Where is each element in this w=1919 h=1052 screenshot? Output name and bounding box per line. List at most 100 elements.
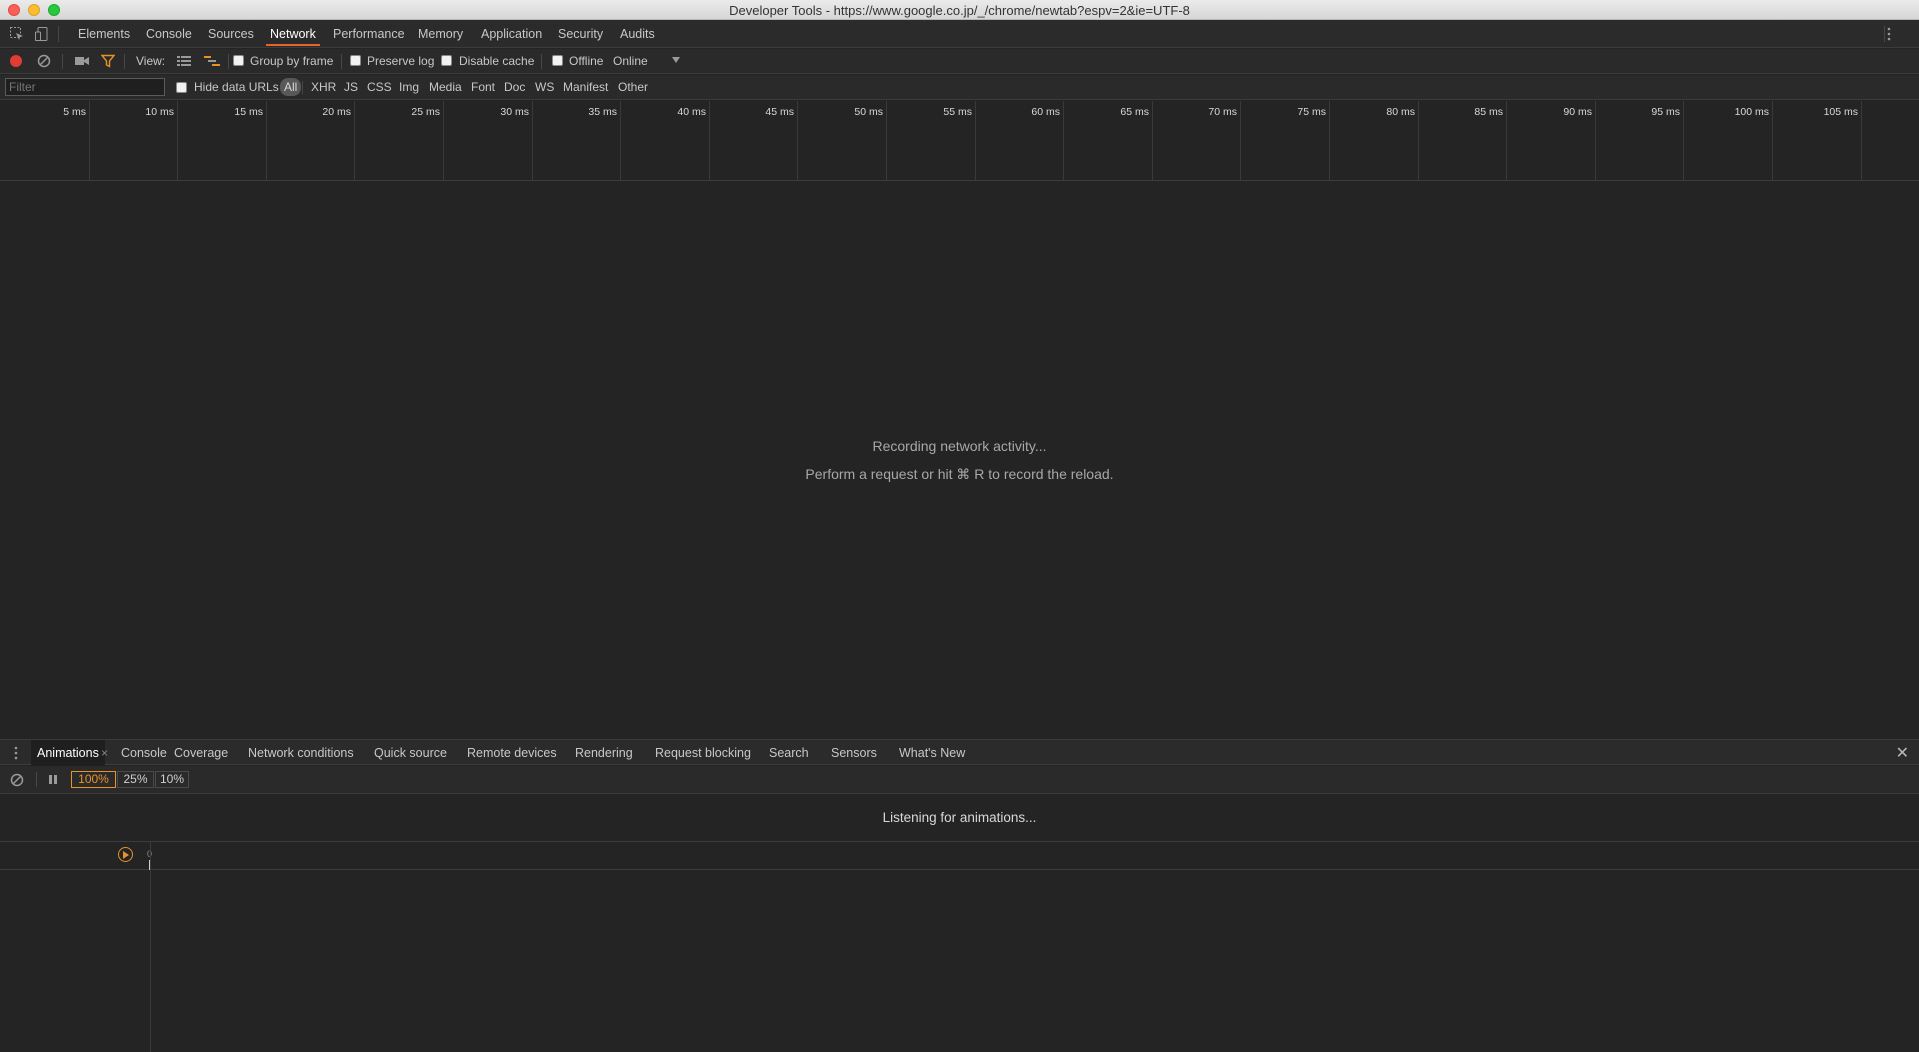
drawer-tab-animations[interactable]: Animations (31, 740, 105, 766)
tab-audits[interactable]: Audits (620, 20, 655, 48)
pause-icon[interactable] (48, 774, 58, 785)
filter-type-media[interactable]: Media (429, 80, 462, 94)
timeline-gridline (1329, 101, 1330, 181)
filter-type-font[interactable]: Font (471, 80, 495, 94)
filter-type-ws[interactable]: WS (535, 80, 554, 94)
timeline-gridline (709, 101, 710, 181)
drawer-menu-icon[interactable] (14, 746, 18, 760)
speed-10-button[interactable]: 10% (155, 771, 189, 788)
hide-data-urls-checkbox[interactable] (176, 82, 187, 93)
filter-type-css[interactable]: CSS (367, 80, 392, 94)
timeline-gridline (1152, 101, 1153, 181)
filter-type-manifest[interactable]: Manifest (563, 80, 608, 94)
toolbar-divider (58, 26, 59, 42)
timeline-tick-label: 70 ms (1208, 106, 1237, 118)
more-options-icon[interactable] (1887, 27, 1891, 41)
drawer-tab-remote-devices[interactable]: Remote devices (467, 740, 557, 766)
group-by-frame-checkbox[interactable] (233, 55, 244, 66)
divider (0, 869, 1919, 870)
drawer-tab-strip: Animations × Console Coverage Network co… (0, 739, 1919, 766)
toolbar-divider (36, 772, 37, 787)
drawer-tab-rendering[interactable]: Rendering (575, 740, 633, 766)
device-toolbar-icon[interactable] (34, 26, 50, 42)
timeline-gridline (443, 101, 444, 181)
preserve-log-label: Preserve log (367, 54, 435, 68)
timeline-gridline (1063, 101, 1064, 181)
replay-timeline-icon[interactable] (118, 847, 133, 862)
filter-divider (302, 81, 303, 94)
filter-type-doc[interactable]: Doc (504, 80, 525, 94)
disable-cache-checkbox[interactable] (441, 55, 452, 66)
filter-type-js[interactable]: JS (344, 80, 358, 94)
drawer-tab-sensors[interactable]: Sensors (831, 740, 877, 766)
timeline-tick-label: 80 ms (1386, 106, 1415, 118)
timeline-tick-label: 15 ms (234, 106, 263, 118)
toolbar-divider (341, 54, 342, 69)
tab-performance[interactable]: Performance (333, 20, 405, 48)
tab-application[interactable]: Application (481, 20, 542, 48)
chevron-down-icon[interactable] (672, 57, 680, 63)
drawer-tab-search[interactable]: Search (769, 740, 809, 766)
filter-input[interactable] (5, 78, 165, 96)
divider (0, 841, 1919, 842)
timeline-column-divider (150, 842, 151, 1052)
tab-network[interactable]: Network (266, 20, 320, 48)
timeline-tick-label: 75 ms (1297, 106, 1326, 118)
speed-25-button[interactable]: 25% (117, 771, 154, 788)
tab-security[interactable]: Security (558, 20, 603, 48)
drawer-tab-quick-source[interactable]: Quick source (374, 740, 447, 766)
timeline-tick-label: 40 ms (677, 106, 706, 118)
close-animations-tab-icon[interactable]: × (101, 740, 108, 766)
record-button[interactable] (10, 55, 22, 67)
group-by-frame-label: Group by frame (250, 54, 334, 68)
timeline-gridline (1683, 101, 1684, 181)
timeline-gridline (354, 101, 355, 181)
overview-waterfall-icon[interactable] (204, 55, 220, 67)
tab-memory[interactable]: Memory (418, 20, 463, 48)
filter-bar: Hide data URLs All XHR JS CSS Img Media … (0, 75, 1919, 100)
timeline-tick-label: 100 ms (1734, 106, 1769, 118)
speed-100-button[interactable]: 100% (71, 771, 116, 788)
inspect-element-icon[interactable] (9, 26, 25, 42)
timeline-tick-label: 25 ms (411, 106, 440, 118)
drawer-tab-coverage[interactable]: Coverage (174, 740, 228, 766)
close-drawer-icon[interactable]: ✕ (1896, 743, 1909, 763)
timeline-gridline (532, 101, 533, 181)
filter-type-all[interactable]: All (280, 78, 302, 96)
recording-message: Recording network activity... (872, 438, 1047, 454)
tab-console[interactable]: Console (146, 20, 192, 48)
clear-animations-icon[interactable] (10, 773, 24, 787)
drawer-tab-console[interactable]: Console (121, 740, 167, 766)
tab-sources[interactable]: Sources (208, 20, 254, 48)
offline-checkbox[interactable] (552, 55, 563, 66)
timeline-tick-label: 10 ms (145, 106, 174, 118)
hide-data-urls-label: Hide data URLs (194, 80, 279, 94)
filter-type-xhr[interactable]: XHR (311, 80, 336, 94)
timeline-gridline (1240, 101, 1241, 181)
timeline-gridline (797, 101, 798, 181)
tab-elements[interactable]: Elements (78, 20, 130, 48)
timeline-tick-label: 65 ms (1120, 106, 1149, 118)
view-label: View: (136, 54, 166, 68)
drawer-tab-whats-new[interactable]: What's New (899, 740, 965, 766)
timeline-tick-label: 95 ms (1651, 106, 1680, 118)
preserve-log-checkbox[interactable] (350, 55, 361, 66)
timeline-tick-label: 90 ms (1563, 106, 1592, 118)
filter-type-img[interactable]: Img (399, 80, 419, 94)
throttling-select[interactable]: Online (613, 54, 648, 68)
toolbar-divider (124, 54, 125, 69)
disable-cache-label: Disable cache (459, 54, 535, 68)
toolbar-divider (1884, 26, 1885, 42)
timeline-gridline (266, 101, 267, 181)
drawer-tab-network-conditions[interactable]: Network conditions (248, 740, 354, 766)
window-titlebar: Developer Tools - https://www.google.co.… (0, 0, 1919, 20)
screenshot-camera-icon[interactable] (74, 55, 90, 67)
clear-icon[interactable] (37, 54, 51, 68)
timeline-tick-label: 20 ms (322, 106, 351, 118)
filter-icon[interactable] (101, 54, 115, 68)
large-request-rows-icon[interactable] (177, 55, 191, 67)
network-overview-timeline[interactable]: 5 ms 10 ms 15 ms 20 ms 25 ms 30 ms 35 ms 40 ms 4… (0, 101, 1919, 181)
main-tab-strip: Elements Console Sources Network Perform… (0, 20, 1919, 48)
drawer-tab-request-blocking[interactable]: Request blocking (655, 740, 751, 766)
filter-type-other[interactable]: Other (618, 80, 648, 94)
